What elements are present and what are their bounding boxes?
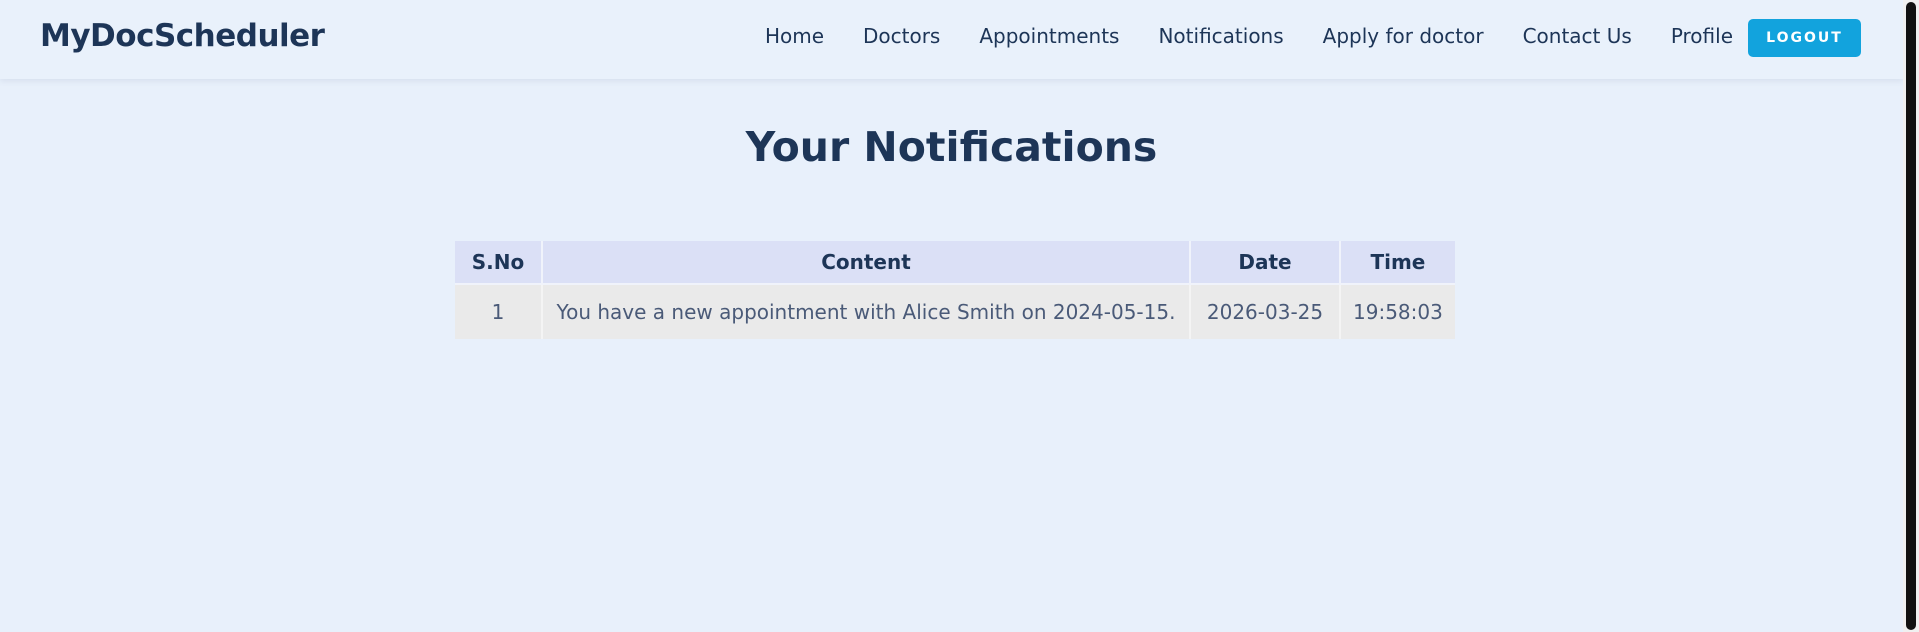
scrollbar-thumb[interactable] <box>1906 2 1916 630</box>
cell-date: 2026-03-25 <box>1190 284 1341 339</box>
brand-logo[interactable]: MyDocScheduler <box>40 18 325 54</box>
nav-home[interactable]: Home <box>765 24 824 48</box>
table-header-row: S.No Content Date Time <box>455 241 1455 285</box>
page: MyDocScheduler Home Doctors Appointments… <box>0 0 1903 632</box>
notifications-table: S.No Content Date Time 1 You have a new … <box>455 241 1455 339</box>
header-date: Date <box>1190 241 1341 285</box>
cell-time: 19:58:03 <box>1340 284 1455 339</box>
nav-notifications[interactable]: Notifications <box>1158 24 1283 48</box>
nav-apply-for-doctor[interactable]: Apply for doctor <box>1323 24 1484 48</box>
vertical-scrollbar[interactable] <box>1903 0 1919 632</box>
nav-appointments[interactable]: Appointments <box>979 24 1119 48</box>
cell-sno: 1 <box>455 284 543 339</box>
nav-contact-us[interactable]: Contact Us <box>1523 24 1632 48</box>
logout-button[interactable]: LOGOUT <box>1748 19 1861 57</box>
navbar: MyDocScheduler Home Doctors Appointments… <box>0 0 1903 79</box>
header-content: Content <box>542 241 1191 285</box>
page-title: Your Notifications <box>745 123 1158 171</box>
header-time: Time <box>1340 241 1455 285</box>
nav-profile[interactable]: Profile <box>1671 24 1733 48</box>
cell-content: You have a new appointment with Alice Sm… <box>542 284 1191 339</box>
nav-doctors[interactable]: Doctors <box>863 24 940 48</box>
table-row: 1 You have a new appointment with Alice … <box>455 284 1455 339</box>
nav-links: Home Doctors Appointments Notifications … <box>726 24 1733 48</box>
header-sno: S.No <box>455 241 543 285</box>
